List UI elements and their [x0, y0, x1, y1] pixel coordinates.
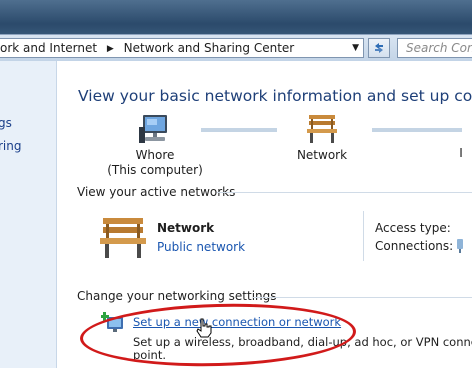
- address-dropdown-icon[interactable]: ▼: [352, 39, 359, 57]
- section-divider: [253, 297, 472, 298]
- nav-item-settings[interactable]: gs: [0, 116, 12, 130]
- active-networks-heading: View your active networks: [77, 185, 236, 199]
- map-node-network-label: Network: [296, 148, 348, 162]
- breadcrumb-network-and-internet[interactable]: ork and Internet: [0, 39, 97, 57]
- refresh-icon: [375, 43, 383, 53]
- map-node-network[interactable]: Network: [282, 113, 362, 163]
- bench-network-icon: [307, 115, 337, 143]
- breadcrumb-network-and-sharing-center[interactable]: Network and Sharing Center: [124, 39, 295, 57]
- bench-network-icon: [100, 218, 146, 258]
- page-title: View your basic network information and …: [78, 87, 472, 105]
- map-node-internet-label: I: [459, 146, 463, 160]
- refresh-button[interactable]: [368, 38, 390, 58]
- map-node-computer-sublabel: (This computer): [107, 163, 203, 177]
- address-bar[interactable]: ork and Internet ▶ Network and Sharing C…: [0, 38, 364, 58]
- section-divider: [217, 192, 472, 193]
- active-network-name: Network: [157, 221, 215, 235]
- navigation-pane: gs ring: [0, 61, 57, 368]
- change-settings-heading: Change your networking settings: [77, 289, 277, 303]
- nav-item-sharing[interactable]: ring: [0, 139, 22, 153]
- connections-label: Connections:: [375, 239, 454, 253]
- map-connection-line: [372, 128, 462, 132]
- address-bar-area: ork and Internet ▶ Network and Sharing C…: [0, 34, 472, 62]
- search-input[interactable]: Search Con: [397, 38, 472, 58]
- access-type-label: Access type:: [375, 221, 451, 235]
- breadcrumb-separator-icon[interactable]: ▶: [107, 40, 114, 57]
- map-node-computer[interactable]: Whore (This computer): [105, 113, 205, 178]
- network-type-link[interactable]: Public network: [157, 240, 245, 254]
- map-node-computer-label: Whore: [135, 148, 175, 162]
- vertical-divider: [363, 211, 364, 261]
- map-connection-line: [201, 128, 277, 132]
- hand-cursor-icon: [196, 318, 212, 338]
- connection-status-icon[interactable]: [455, 238, 465, 254]
- map-node-internet[interactable]: I: [453, 146, 469, 161]
- computer-icon: [139, 115, 167, 143]
